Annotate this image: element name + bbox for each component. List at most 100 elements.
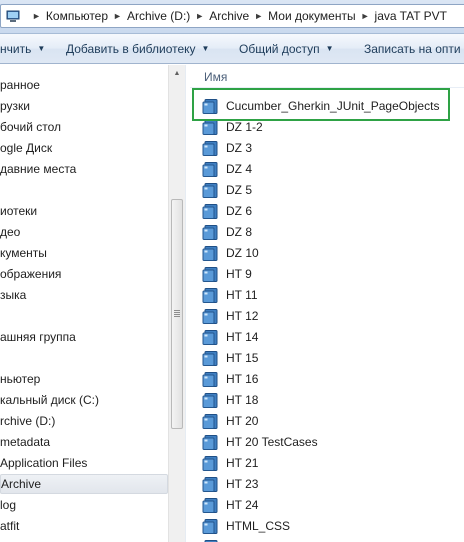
file-name: HT 20 (226, 414, 259, 428)
address-field[interactable]: ► Компьютер ► Archive (D:) ► Archive ► М… (0, 4, 464, 28)
sidebar-item[interactable]: log (0, 495, 168, 515)
file-row[interactable]: HT 14 (202, 327, 258, 347)
folder-icon (202, 308, 218, 324)
chevron-down-icon: ▼ (201, 44, 210, 53)
computer-icon (6, 10, 20, 22)
chevron-right-icon[interactable]: ► (113, 11, 122, 21)
sidebar-item[interactable]: бочий стол (0, 117, 168, 137)
folder-icon (202, 119, 218, 135)
file-row[interactable]: HT 20 TestCases (202, 432, 318, 452)
file-name: HT 12 (226, 309, 259, 323)
file-name: DZ 4 (226, 162, 253, 176)
folder-icon (202, 392, 218, 408)
file-row[interactable]: DZ 4 (202, 159, 252, 179)
sidebar-item[interactable]: кальный диск (C:) (0, 390, 168, 410)
sidebar-item[interactable]: ogle Диск (0, 138, 168, 158)
chevron-right-icon[interactable]: ► (361, 11, 370, 21)
file-row[interactable]: HT 12 (202, 306, 258, 326)
sidebar-item[interactable]: зыка (0, 285, 168, 305)
breadcrumb-my-documents[interactable]: Мои документы (268, 9, 355, 23)
folder-icon (202, 455, 218, 471)
sidebar-item[interactable]: део (0, 222, 168, 242)
organize-label: нчить (0, 41, 32, 56)
grip-line (174, 314, 180, 315)
burn-button[interactable]: Записать на опти (364, 34, 461, 63)
breadcrumb-archive[interactable]: Archive (209, 9, 249, 23)
sidebar-item[interactable]: Application Files (0, 453, 168, 473)
file-name: DZ 5 (226, 183, 253, 197)
sidebar-item[interactable]: ньютер (0, 369, 168, 389)
breadcrumb-computer[interactable]: Компьютер (46, 9, 108, 23)
file-name: HT 9 (226, 267, 252, 281)
file-row[interactable]: HT 9 (202, 264, 252, 284)
share-button[interactable]: Общий доступ ▼ (239, 34, 334, 63)
sidebar-item[interactable]: ашняя группа (0, 327, 168, 347)
folder-icon (202, 350, 218, 366)
sidebar-item[interactable]: metadata (0, 432, 168, 452)
file-row[interactable]: DZ 5 (202, 180, 252, 200)
sidebar-item[interactable]: ранное (0, 75, 168, 95)
chevron-right-icon[interactable]: ► (195, 11, 204, 21)
file-row[interactable]: HT 21 (202, 453, 258, 473)
folder-icon (202, 203, 218, 219)
file-name: HT 15 (226, 351, 259, 365)
file-row[interactable]: HT 24 (202, 495, 258, 515)
file-name: HTML_CSS (226, 519, 291, 533)
file-name: DZ 6 (226, 204, 253, 218)
folder-icon (202, 371, 218, 387)
sidebar-item[interactable]: atfit (0, 516, 168, 536)
file-row[interactable]: DZ 6 (202, 201, 252, 221)
file-name: HT 11 (226, 288, 258, 302)
folder-icon (202, 182, 218, 198)
folder-icon (202, 476, 218, 492)
file-row[interactable] (202, 537, 226, 542)
file-name: DZ 1-2 (226, 120, 263, 134)
folder-icon (202, 434, 218, 450)
file-row[interactable]: HT 15 (202, 348, 258, 368)
navigation-scrollbar[interactable]: ▲ (168, 65, 185, 542)
sidebar-item[interactable]: рузки (0, 96, 168, 116)
sidebar-item[interactable]: Archive (0, 474, 168, 494)
chevron-right-icon[interactable]: ► (32, 11, 41, 21)
scroll-up-arrow-icon[interactable]: ▲ (169, 65, 185, 82)
file-row[interactable]: DZ 3 (202, 138, 252, 158)
address-bar: ► Компьютер ► Archive (D:) ► Archive ► М… (0, 0, 464, 34)
file-row[interactable]: HTML_CSS (202, 516, 290, 536)
file-row[interactable]: HT 23 (202, 474, 258, 494)
folder-icon (202, 497, 218, 513)
breadcrumb-archive-drive[interactable]: Archive (D:) (127, 9, 190, 23)
grip-line (174, 316, 180, 317)
folder-icon (202, 518, 218, 534)
burn-label: Записать на опти (364, 41, 461, 56)
column-header-name[interactable]: Имя (204, 70, 227, 84)
organize-button[interactable]: нчить ▼ (0, 34, 45, 63)
file-row[interactable]: HT 16 (202, 369, 258, 389)
file-name: DZ 3 (226, 141, 253, 155)
add-to-library-button[interactable]: Добавить в библиотеку ▼ (66, 34, 209, 63)
scroll-thumb[interactable] (171, 199, 183, 429)
file-name: HT 20 TestCases (226, 435, 318, 449)
sidebar-item[interactable]: давние места (0, 159, 168, 179)
share-label: Общий доступ (239, 41, 320, 56)
folder-icon (202, 287, 218, 303)
file-row[interactable]: HT 20 (202, 411, 258, 431)
folder-icon (202, 161, 218, 177)
chevron-down-icon: ▼ (37, 44, 46, 53)
sidebar-item[interactable]: rchive (D:) (0, 411, 168, 431)
file-name: DZ 10 (226, 246, 259, 260)
file-row[interactable]: HT 18 (202, 390, 258, 410)
breadcrumb-java-tat-pvt[interactable]: java TAT PVT (375, 9, 447, 23)
sidebar-item[interactable]: ображения (0, 264, 168, 284)
sidebar-item[interactable]: кументы (0, 243, 168, 263)
file-name: HT 14 (226, 330, 259, 344)
file-row[interactable]: DZ 10 (202, 243, 259, 263)
file-row[interactable]: DZ 8 (202, 222, 252, 242)
folder-icon (202, 224, 218, 240)
folder-icon (202, 140, 218, 156)
command-toolbar: нчить ▼ Добавить в библиотеку ▼ Общий до… (0, 34, 464, 64)
chevron-right-icon[interactable]: ► (254, 11, 263, 21)
breadcrumb: ► Компьютер ► Archive (D:) ► Archive ► М… (27, 5, 447, 27)
sidebar-item[interactable]: иотеки (0, 201, 168, 221)
column-header: Имя (188, 65, 464, 89)
file-row[interactable]: HT 11 (202, 285, 258, 305)
